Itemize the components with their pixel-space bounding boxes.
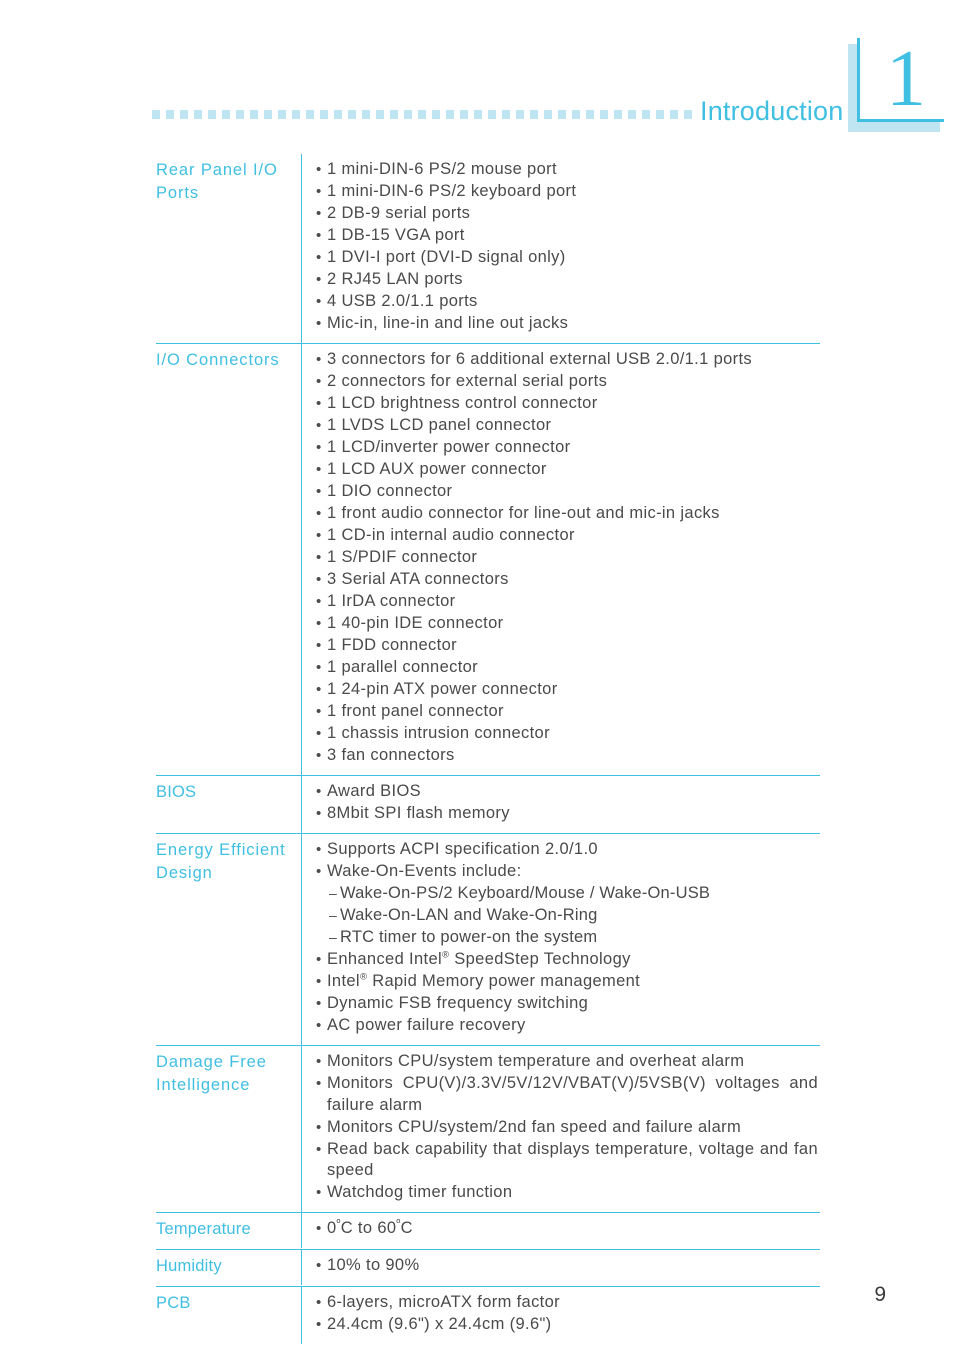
- spec-item: 1 LCD AUX power connector: [302, 459, 820, 481]
- spec-value-i-o-connectors: 3 connectors for 6 additional external U…: [301, 344, 820, 775]
- spec-item: 1 40-pin IDE connector: [302, 613, 820, 635]
- spec-item: 1 DVI-I port (DVI-D signal only): [302, 247, 820, 269]
- spec-item: 1 LCD brightness control connector: [302, 393, 820, 415]
- spec-row-rear-panel-i-o-ports: Rear Panel I/O Ports 1 mini-DIN-6 PS/2 mo…: [156, 154, 820, 344]
- spec-item: 1 CD-in internal audio connector: [302, 525, 820, 547]
- spec-subitem: Wake-On-LAN and Wake-On-Ring: [302, 905, 820, 927]
- spec-label-humidity: Humidity: [156, 1257, 222, 1275]
- spec-value-temperature: 0ºC to 60ºC: [301, 1213, 820, 1248]
- spec-item: 1 S/PDIF connector: [302, 547, 820, 569]
- spec-row-humidity: Humidity 10% to 90%: [156, 1250, 820, 1287]
- spec-item: 1 chassis intrusion connector: [302, 723, 820, 745]
- spec-item: Enhanced Intel® SpeedStep Technology: [302, 949, 820, 971]
- spec-item: 24.4cm (9.6") x 24.4cm (9.6"): [302, 1314, 820, 1336]
- spec-item: 8Mbit SPI flash memory: [302, 803, 820, 825]
- spec-list-rear-panel-i-o-ports: 1 mini-DIN-6 PS/2 mouse port1 mini-DIN-6…: [302, 159, 820, 335]
- spec-item: 1 IrDA connector: [302, 591, 820, 613]
- specification-table: Rear Panel I/O Ports 1 mini-DIN-6 PS/2 mo…: [156, 154, 820, 1344]
- spec-item: Watchdog timer function: [302, 1182, 820, 1204]
- spec-list-temperature: 0ºC to 60ºC: [302, 1218, 820, 1240]
- spec-item: Read back capability that displays tempe…: [302, 1139, 820, 1182]
- spec-list-damage-free-intelligence: Monitors CPU/system temperature and over…: [302, 1051, 820, 1204]
- spec-item: Supports ACPI specification 2.0/1.0: [302, 839, 820, 861]
- spec-row-temperature: Temperature 0ºC to 60ºC: [156, 1213, 820, 1250]
- spec-row-i-o-connectors: I/O Connectors 3 connectors for 6 additio…: [156, 344, 820, 776]
- spec-item: Monitors CPU/system/2nd fan speed and fa…: [302, 1117, 820, 1139]
- spec-item: 1 front audio connector for line-out and…: [302, 503, 820, 525]
- spec-item: 4 USB 2.0/1.1 ports: [302, 291, 820, 313]
- spec-item: 2 RJ45 LAN ports: [302, 269, 820, 291]
- spec-row-energy-efficient-design: Energy Efficient Design Supports ACPI spe…: [156, 834, 820, 1046]
- spec-item: 1 FDD connector: [302, 635, 820, 657]
- spec-item: 3 connectors for 6 additional external U…: [302, 349, 820, 371]
- spec-item: 0ºC to 60ºC: [302, 1218, 820, 1240]
- spec-item: Monitors CPU(V)/3.3V/5V/12V/VBAT(V)/5VSB…: [302, 1073, 820, 1116]
- spec-subitem: RTC timer to power-on the system: [302, 927, 820, 949]
- spec-value-humidity: 10% to 90%: [301, 1250, 820, 1285]
- page-title: Introduction: [700, 96, 844, 126]
- spec-label-energy-efficient-design: Energy Efficient Design: [156, 841, 286, 882]
- spec-item: 2 connectors for external serial ports: [302, 371, 820, 393]
- spec-item: Award BIOS: [302, 781, 820, 803]
- spec-value-bios: Award BIOS8Mbit SPI flash memory: [301, 776, 820, 833]
- spec-label-damage-free-intelligence: Damage Free Intelligence: [156, 1053, 267, 1094]
- spec-item: Intel® Rapid Memory power management: [302, 971, 820, 993]
- spec-item: 1 DB-15 VGA port: [302, 225, 820, 247]
- spec-item: Dynamic FSB frequency switching: [302, 993, 820, 1015]
- spec-value-rear-panel-i-o-ports: 1 mini-DIN-6 PS/2 mouse port1 mini-DIN-6…: [301, 154, 820, 343]
- spec-row-damage-free-intelligence: Damage Free Intelligence Monitors CPU/sys…: [156, 1046, 820, 1213]
- spec-label-bios: BIOS: [156, 783, 197, 801]
- spec-label-temperature: Temperature: [156, 1220, 251, 1238]
- spec-item: 1 parallel connector: [302, 657, 820, 679]
- spec-label-rear-panel-i-o-ports: Rear Panel I/O Ports: [156, 161, 278, 202]
- spec-item: Monitors CPU/system temperature and over…: [302, 1051, 820, 1073]
- bracket-line-vertical: [857, 38, 860, 122]
- spec-item: AC power failure recovery: [302, 1015, 820, 1037]
- spec-item: 3 fan connectors: [302, 745, 820, 767]
- spec-item: 1 DIO connector: [302, 481, 820, 503]
- spec-list-i-o-connectors: 3 connectors for 6 additional external U…: [302, 349, 820, 767]
- spec-item: 1 24-pin ATX power connector: [302, 679, 820, 701]
- spec-item: Mic-in, line-in and line out jacks: [302, 313, 820, 335]
- chapter-badge: 1: [848, 35, 944, 134]
- spec-list-humidity: 10% to 90%: [302, 1255, 820, 1277]
- spec-subitem: Wake-On-PS/2 Keyboard/Mouse / Wake-On-US…: [302, 883, 820, 905]
- spec-item: 3 Serial ATA connectors: [302, 569, 820, 591]
- dotted-rule-icon: [152, 110, 698, 119]
- spec-item: 1 front panel connector: [302, 701, 820, 723]
- spec-value-damage-free-intelligence: Monitors CPU/system temperature and over…: [301, 1046, 820, 1212]
- spec-item: 2 DB-9 serial ports: [302, 203, 820, 225]
- spec-item: 1 mini-DIN-6 PS/2 mouse port: [302, 159, 820, 181]
- spec-label-i-o-connectors: I/O Connectors: [156, 351, 280, 369]
- spec-row-bios: BIOS Award BIOS8Mbit SPI flash memory: [156, 776, 820, 834]
- spec-item: 10% to 90%: [302, 1255, 820, 1277]
- spec-value-energy-efficient-design: Supports ACPI specification 2.0/1.0Wake-…: [301, 834, 820, 1045]
- spec-item: 1 LVDS LCD panel connector: [302, 415, 820, 437]
- page-header: Introduction 1: [0, 0, 954, 140]
- chapter-number: 1: [886, 35, 926, 123]
- spec-list-energy-efficient-design: Supports ACPI specification 2.0/1.0Wake-…: [302, 839, 820, 1037]
- spec-list-bios: Award BIOS8Mbit SPI flash memory: [302, 781, 820, 825]
- spec-item: Wake-On-Events include:: [302, 861, 820, 883]
- spec-item: 1 LCD/inverter power connector: [302, 437, 820, 459]
- page-number: 9: [874, 1283, 886, 1306]
- spec-item: 1 mini-DIN-6 PS/2 keyboard port: [302, 181, 820, 203]
